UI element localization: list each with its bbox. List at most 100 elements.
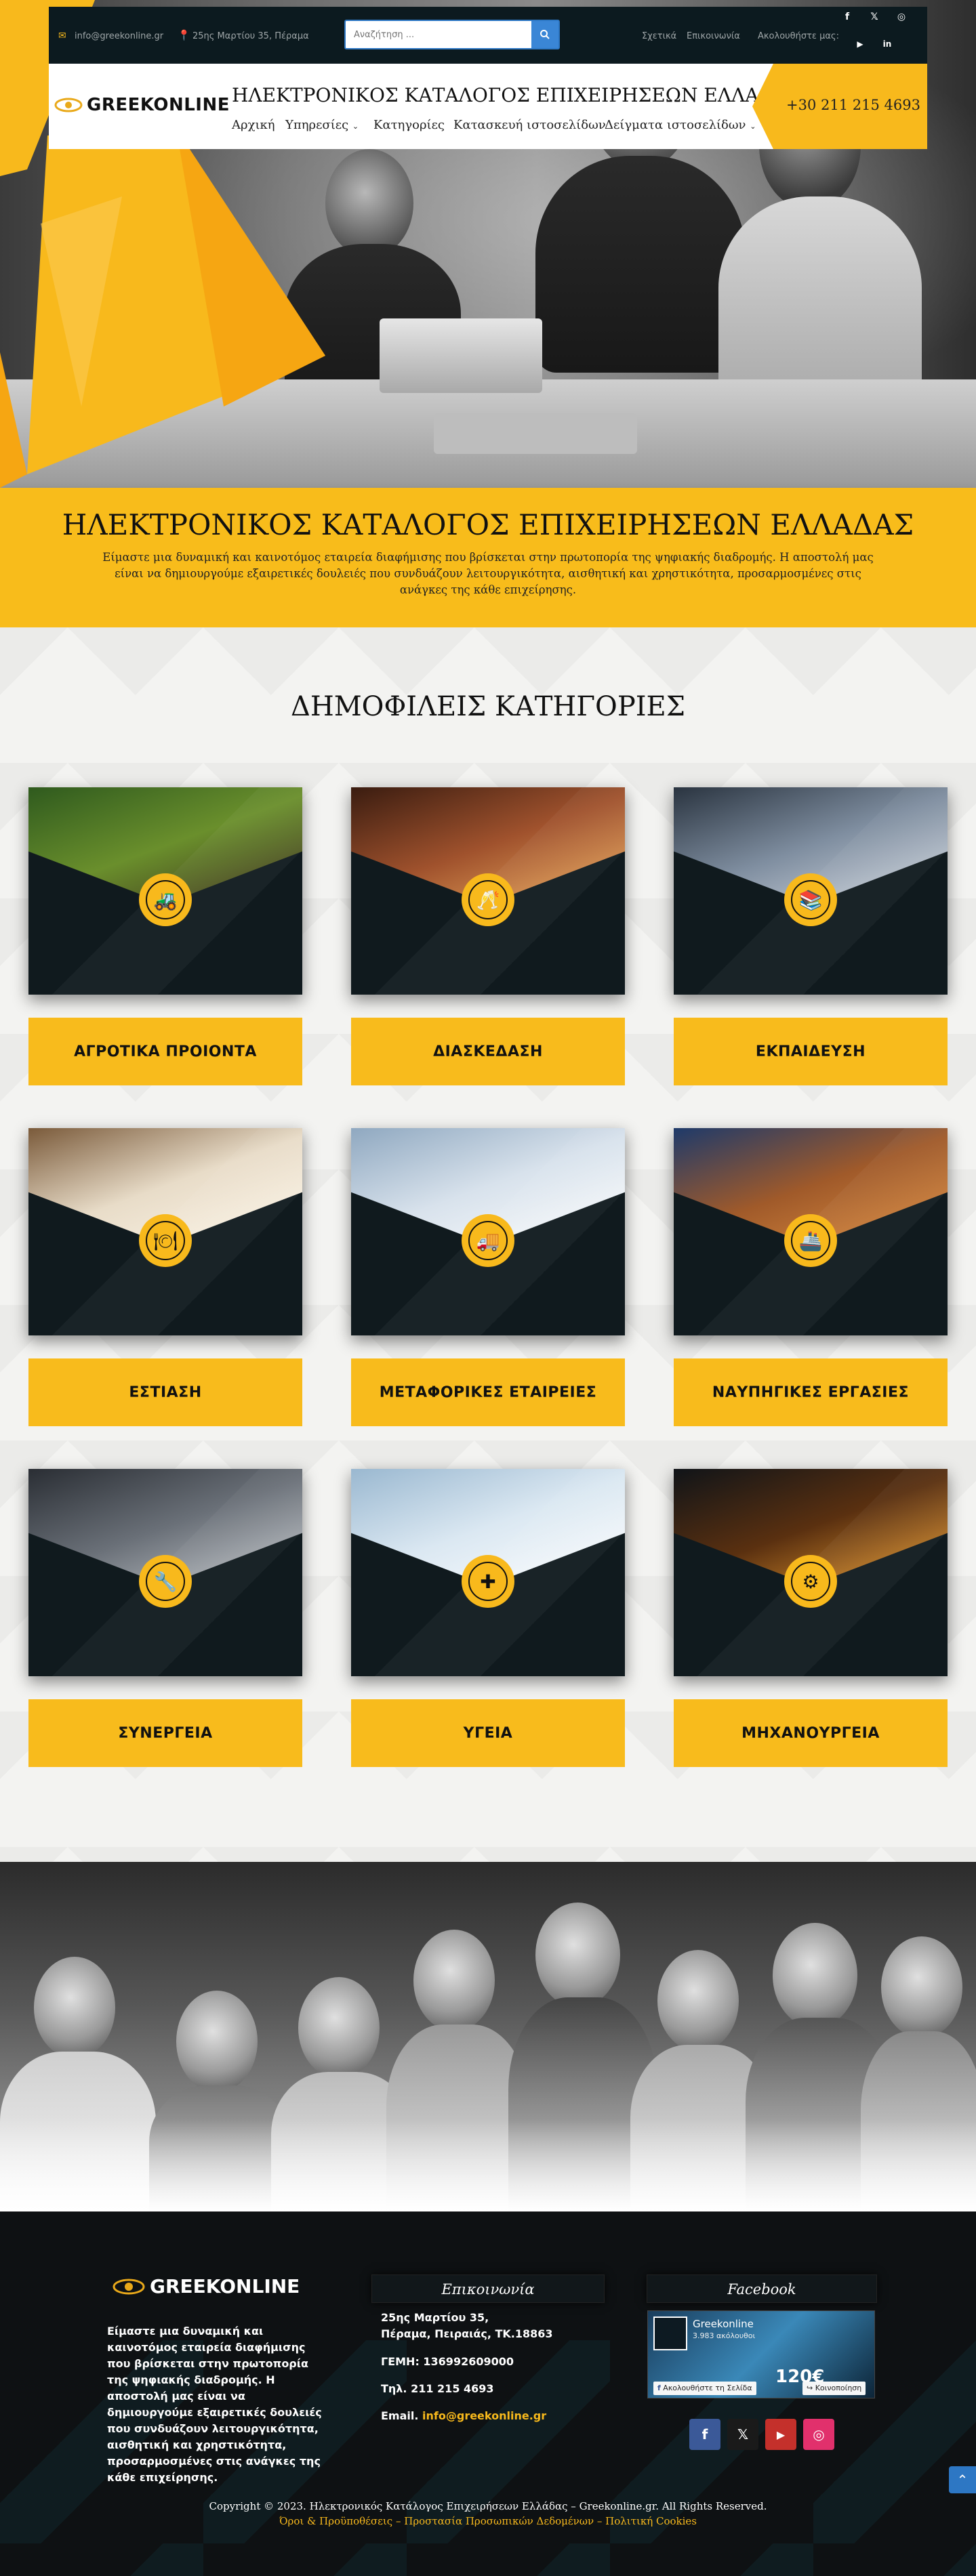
category-button[interactable]: ΜΗΧΑΝΟΥΡΓΕΙΑ	[674, 1699, 948, 1767]
category-button[interactable]: ΣΥΝΕΡΓΕΙΑ	[28, 1699, 302, 1767]
category-icon-badge: 🚚	[462, 1214, 514, 1267]
health-icon: ✚	[468, 1562, 508, 1601]
category-icon-badge: 🍽	[139, 1214, 192, 1267]
footer-facebook-icon[interactable]: f	[689, 2419, 720, 2450]
topbar-follow-label: Ακολουθήστε μας:	[758, 31, 839, 41]
intro-title: ΗΛΕΚΤΡΟΝΙΚΟΣ ΚΑΤΑΛΟΓΟΣ ΕΠΙΧΕΙΡΗΣΕΩΝ ΕΛΛΑ…	[62, 508, 914, 541]
gears-icon: ⚙	[791, 1562, 830, 1601]
search-input[interactable]	[346, 21, 529, 48]
youtube-icon[interactable]: ▶	[853, 37, 868, 51]
category-icon-badge: ⚙	[784, 1555, 837, 1608]
footer-youtube-icon[interactable]: ▶	[765, 2419, 796, 2450]
search-box	[344, 20, 560, 49]
footer-gemi: ΓΕΜΗ: 136992609000	[381, 2355, 514, 2368]
chevron-down-icon: ⌄	[352, 122, 359, 131]
fb-share-button[interactable]: ↪ Κοινοποίηση	[802, 2382, 866, 2395]
fb-page-name: Greekonline	[693, 2318, 754, 2330]
category-icon-badge: 🚜	[139, 873, 192, 926]
category-card[interactable]: 🚜	[28, 787, 302, 995]
fb-page-avatar	[653, 2317, 687, 2350]
category-card[interactable]: 📚	[674, 787, 948, 995]
truck-icon: 🚚	[468, 1221, 508, 1260]
category-button[interactable]: ΜΕΤΑΦΟΡΙΚΕΣ ΕΤΑΙΡΕΙΕΣ	[351, 1358, 625, 1426]
footer-facebook-heading: Facebook	[647, 2274, 877, 2303]
category-button[interactable]: ΔΙΑΣΚΕΔΑΣΗ	[351, 1018, 625, 1085]
category-button[interactable]: ΝΑΥΠΗΓΙΚΕΣ ΕΡΓΑΣΙΕΣ	[674, 1358, 948, 1426]
category-card[interactable]: 🚢	[674, 1128, 948, 1335]
books-icon: 📚	[791, 880, 830, 919]
category-card[interactable]: ✚	[351, 1469, 625, 1676]
nav-item-services[interactable]: Υπηρεσίες ⌄	[285, 118, 359, 132]
category-button[interactable]: ΕΚΠΑΙΔΕΥΣΗ	[674, 1018, 948, 1085]
footer-contact-heading: Επικοινωνία	[371, 2274, 605, 2303]
nav-item-services-label: Υπηρεσίες	[285, 118, 349, 132]
category-button[interactable]: ΥΓΕΙΑ	[351, 1699, 625, 1767]
team-image	[0, 1862, 976, 2211]
mail-icon: ✉	[58, 30, 66, 41]
chevron-up-icon: ⌃	[956, 2472, 969, 2488]
back-to-top-button[interactable]: ⌃	[949, 2466, 976, 2493]
fb-follow-button[interactable]: f Ακολουθήστε τη Σελίδα	[653, 2382, 756, 2395]
footer-x-icon[interactable]: 𝕏	[727, 2419, 758, 2450]
fb-share-label: Κοινοποίηση	[815, 2384, 862, 2392]
site-logo[interactable]: GREEKONLINE	[54, 95, 230, 115]
topbar-link-contact[interactable]: Επικοινωνία	[687, 31, 740, 41]
category-icon-badge: 🥂	[462, 873, 514, 926]
category-card[interactable]: ⚙	[674, 1469, 948, 1676]
category-card[interactable]: 🥂	[351, 787, 625, 995]
footer-email-label: Email.	[381, 2409, 419, 2422]
restaurant-icon: 🍽	[146, 1221, 185, 1260]
category-card[interactable]: 🔧	[28, 1469, 302, 1676]
x-icon[interactable]: 𝕏	[867, 9, 882, 24]
footer-about-text: Είμαστε μια δυναμική και καινοτόμος εται…	[107, 2325, 322, 2484]
footer-instagram-icon[interactable]: ◎	[803, 2419, 834, 2450]
topbar-address: 25ης Μαρτίου 35, Πέραμα	[192, 31, 309, 41]
facebook-widget[interactable]: Greekonline 3.983 ακόλουθοι 120€ f Ακολο…	[647, 2310, 875, 2398]
category-icon-badge: ✚	[462, 1555, 514, 1608]
chevron-down-icon: ⌄	[750, 122, 756, 131]
category-card[interactable]: 🚚	[351, 1128, 625, 1335]
site-title: ΗΛΕΚΤΡΟΝΙΚΟΣ ΚΑΤΑΛΟΓΟΣ ΕΠΙΧΕΙΡΗΣΕΩΝ ΕΛΛΑ…	[232, 84, 802, 106]
topbar-email-link[interactable]: info@greekonline.gr	[75, 31, 163, 41]
category-card[interactable]: 🍽	[28, 1128, 302, 1335]
nav-item-categories[interactable]: Κατηγορίες	[373, 118, 445, 132]
category-button[interactable]: ΑΓΡΟΤΙΚΑ ΠΡΟΙΟΝΤΑ	[28, 1018, 302, 1085]
category-icon-badge: 📚	[784, 873, 837, 926]
search-icon	[540, 30, 550, 39]
fb-followers: 3.983 ακόλουθοι	[693, 2331, 756, 2340]
topbar-link-about[interactable]: Σχετικά	[642, 31, 676, 41]
categories-heading: ΔΗΜΟΦΙΛΕΙΣ ΚΑΤΗΓΟΡΙΕΣ	[290, 691, 686, 722]
footer-logo[interactable]: GREEKONLINE	[112, 2275, 300, 2298]
nav-item-samples-label: Δείγματα ιστοσελίδων	[605, 118, 746, 132]
share-icon: ↪	[807, 2384, 813, 2392]
linkedin-icon[interactable]: in	[880, 37, 895, 51]
ship-icon: 🚢	[791, 1221, 830, 1260]
category-button[interactable]: ΕΣΤΙΑΣΗ	[28, 1358, 302, 1426]
footer-email-link[interactable]: info@greekonline.gr	[422, 2409, 546, 2422]
top-bar: ✉ info@greekonline.gr 📍 25ης Μαρτίου 35,…	[49, 7, 927, 64]
intro-text: Είμαστε μια δυναμική και καινοτόμος εται…	[102, 551, 874, 596]
nav-item-web-design[interactable]: Κατασκευή ιστοσελίδων	[453, 118, 606, 132]
footer-copyright: Copyright © 2023. Ηλεκτρονικός Κατάλογος…	[209, 2500, 767, 2512]
category-icon-badge: 🔧	[139, 1555, 192, 1608]
footer-phone: Τηλ. 211 215 4693	[381, 2382, 494, 2395]
tractor-icon: 🚜	[146, 880, 185, 919]
footer-email: Email. info@greekonline.gr	[381, 2408, 546, 2424]
search-button[interactable]	[531, 21, 558, 48]
cheers-icon: 🥂	[468, 880, 508, 919]
eye-logo-icon	[113, 2279, 145, 2294]
header-phone[interactable]: +30 211 215 4693	[786, 97, 920, 113]
footer-address-line2: Πέραμα, Πειραιάς, ΤΚ.18863	[381, 2327, 553, 2340]
nav-item-samples[interactable]: Δείγματα ιστοσελίδων ⌄	[605, 118, 756, 132]
logo-text: GREEKONLINE	[87, 95, 230, 115]
category-icon-badge: 🚢	[784, 1214, 837, 1267]
eye-logo-icon	[54, 98, 83, 112]
intro-band: ΗΛΕΚΤΡΟΝΙΚΟΣ ΚΑΤΑΛΟΓΟΣ ΕΠΙΧΕΙΡΗΣΕΩΝ ΕΛΛΑ…	[0, 488, 976, 627]
location-pin-icon: 📍	[178, 29, 190, 41]
instagram-icon[interactable]: ◎	[894, 9, 909, 24]
footer-logo-text: GREEKONLINE	[150, 2275, 300, 2298]
facebook-icon[interactable]: f	[840, 9, 855, 24]
footer-legal-links[interactable]: Όροι & Προϋποθέσεις – Προστασία Προσωπικ…	[0, 2515, 976, 2527]
nav-item-home[interactable]: Αρχική	[232, 118, 275, 132]
fb-follow-label: Ακολουθήστε τη Σελίδα	[663, 2384, 752, 2392]
